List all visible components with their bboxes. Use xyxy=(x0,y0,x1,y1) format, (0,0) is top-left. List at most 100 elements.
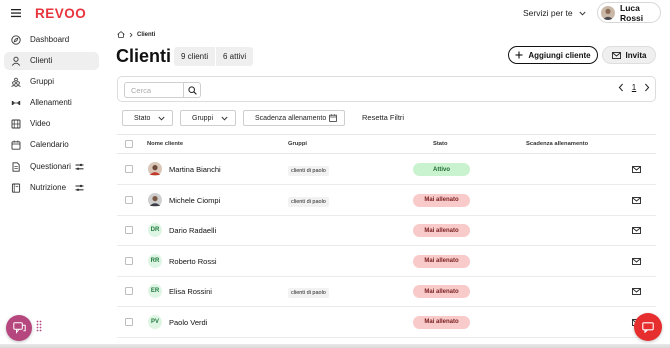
table-row[interactable]: Martina Bianchi clienti di paolo Attivo xyxy=(117,154,656,185)
client-avatar: PV xyxy=(148,314,162,329)
send-mail-icon[interactable] xyxy=(632,257,641,265)
book-icon xyxy=(11,183,21,193)
sidebar-item-label: Dashboard xyxy=(30,35,70,44)
invite-label: Invita xyxy=(625,50,647,60)
status-badge: Mai allenato xyxy=(413,254,470,268)
sidebar-item-dashboard[interactable]: Dashboard xyxy=(4,31,99,49)
client-initials: DR xyxy=(148,223,162,237)
sidebar-item-questionari[interactable]: Questionari xyxy=(4,158,99,176)
status-filter-label: Stato xyxy=(134,114,151,122)
user-icon xyxy=(11,56,21,66)
sidebar-item-label: Calendario xyxy=(30,140,69,149)
sidebar-item-label: Questionari xyxy=(30,162,71,171)
film-icon xyxy=(11,119,21,129)
group-icon xyxy=(11,77,21,87)
sidebar-item-calendario[interactable]: Calendario xyxy=(4,136,99,154)
select-all-checkbox[interactable] xyxy=(125,140,133,148)
client-name[interactable]: Martina Bianchi xyxy=(169,165,221,174)
column-header-deadline[interactable]: Scadenza allenamento xyxy=(526,141,588,147)
client-name[interactable]: Elisa Rossini xyxy=(169,287,212,296)
page-title: Clienti xyxy=(116,46,172,66)
chevron-right-icon[interactable] xyxy=(644,83,650,92)
filter-lines-icon xyxy=(75,163,84,170)
sidebar-item-video[interactable]: Video xyxy=(4,115,99,133)
row-checkbox[interactable] xyxy=(125,287,133,295)
status-badge: Mai allenato xyxy=(413,193,470,207)
chevron-left-icon[interactable] xyxy=(618,83,624,92)
active-clients-count: 6 attivi xyxy=(216,47,254,66)
send-mail-icon[interactable] xyxy=(632,196,641,204)
mail-icon xyxy=(611,51,621,59)
sidebar-item-gruppi[interactable]: Gruppi xyxy=(4,73,99,91)
bottom-edge xyxy=(0,344,670,348)
row-checkbox[interactable] xyxy=(125,165,133,173)
send-mail-icon[interactable] xyxy=(632,288,641,295)
deadline-filter-label: Scadenza allenamento xyxy=(255,114,327,122)
status-badge: Mai allenato xyxy=(413,315,470,329)
app-logo[interactable]: REVOO xyxy=(35,6,86,21)
table-row[interactable]: DR Dario Radaelli Mai allenato xyxy=(117,215,656,246)
filter-lines-icon xyxy=(75,184,84,191)
chevron-right-icon xyxy=(129,32,133,37)
add-client-button[interactable]: Aggiungi cliente xyxy=(508,46,598,64)
table-row[interactable]: ER Elisa Rossini clienti di paolo Mai allen… xyxy=(117,276,656,307)
sidebar-item-label: Nutrizione xyxy=(30,183,67,192)
search-icon xyxy=(187,85,197,95)
client-name[interactable]: Michele Ciompi xyxy=(169,196,220,205)
user-name: Luca Rossi xyxy=(620,2,644,23)
column-header-status[interactable]: Stato xyxy=(433,141,448,147)
client-initials: ER xyxy=(148,284,162,298)
client-avatar xyxy=(148,192,162,207)
dumbbell-icon xyxy=(11,101,21,105)
home-icon[interactable] xyxy=(117,31,125,38)
sidebar-item-allenamenti[interactable]: Allenamenti xyxy=(4,94,99,112)
status-badge: Mai allenato xyxy=(413,285,470,298)
client-avatar: ER xyxy=(148,284,162,298)
group-tag: clienti di paolo xyxy=(288,288,329,298)
user-avatar xyxy=(601,5,615,20)
compass-icon xyxy=(11,35,21,45)
client-name[interactable]: Dario Radaelli xyxy=(169,226,216,235)
client-avatar: DR xyxy=(148,223,162,237)
client-initials: PV xyxy=(148,314,162,329)
row-checkbox[interactable] xyxy=(125,256,133,265)
send-mail-icon[interactable] xyxy=(632,227,641,234)
row-checkbox[interactable] xyxy=(125,317,133,326)
hamburger-menu-icon[interactable] xyxy=(10,7,22,19)
chevron-down-icon xyxy=(158,116,165,121)
row-checkbox[interactable] xyxy=(125,195,133,204)
breadcrumb: Clienti xyxy=(117,31,155,38)
chat-icon xyxy=(642,321,654,333)
current-page[interactable]: 1 xyxy=(630,83,638,92)
column-header-groups[interactable]: Gruppi xyxy=(288,141,307,147)
sidebar-item-label: Gruppi xyxy=(30,77,55,86)
user-menu[interactable]: Luca Rossi xyxy=(597,2,661,23)
send-mail-icon[interactable] xyxy=(632,166,641,173)
invite-button[interactable]: Invita xyxy=(602,46,656,64)
column-header-name[interactable]: Nome cliente xyxy=(147,141,183,147)
plus-icon xyxy=(515,51,523,59)
add-client-label: Aggiungi cliente xyxy=(528,50,591,60)
support-chat-button[interactable] xyxy=(634,313,662,341)
search-button[interactable] xyxy=(183,82,201,98)
total-clients-count: 9 clienti xyxy=(174,47,216,66)
table-row[interactable]: PV Paolo Verdi Mai allenato xyxy=(117,307,656,338)
status-badge: Attivo xyxy=(413,163,470,176)
search-input[interactable] xyxy=(124,82,183,98)
table-row[interactable]: Michele Ciompi clienti di paolo Mai allena… xyxy=(117,185,656,216)
sidebar-item-nutrizione[interactable]: Nutrizione xyxy=(4,179,99,197)
table-row[interactable]: RR Roberto Rossi Mai allenato xyxy=(117,246,656,277)
drag-handle-icon[interactable] xyxy=(36,320,42,334)
sidebar-item-clienti[interactable]: Clienti xyxy=(4,52,99,70)
reset-filters-button[interactable]: Resetta Filtri xyxy=(362,113,404,122)
messages-button[interactable] xyxy=(6,315,32,341)
status-filter[interactable]: Stato xyxy=(122,110,173,126)
deadline-filter[interactable]: Scadenza allenamento xyxy=(243,110,345,126)
services-label: Servizi per te xyxy=(523,8,573,18)
row-checkbox[interactable] xyxy=(125,226,133,234)
client-name[interactable]: Roberto Rossi xyxy=(169,257,217,266)
services-dropdown[interactable]: Servizi per te xyxy=(523,8,586,18)
groups-filter[interactable]: Gruppi xyxy=(180,110,236,126)
client-name[interactable]: Paolo Verdi xyxy=(169,318,207,327)
group-tag: clienti di paolo xyxy=(288,196,329,207)
